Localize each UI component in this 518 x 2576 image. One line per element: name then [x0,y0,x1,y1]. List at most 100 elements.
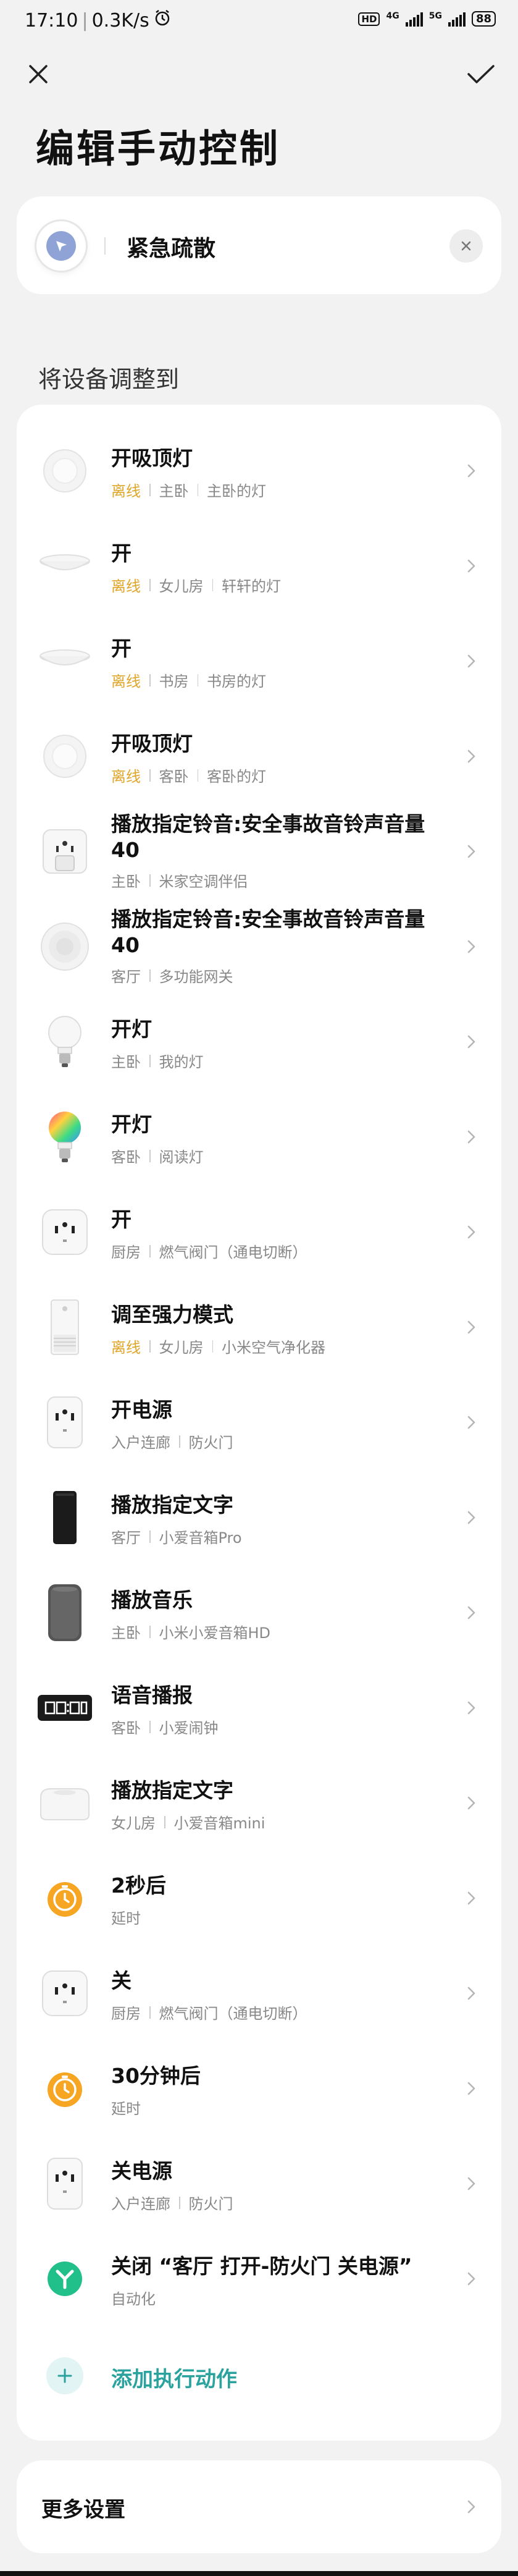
device-label: 我的灯 [159,1054,204,1071]
add-action-button[interactable]: 添加执行动作 [17,2339,501,2413]
chevron-right-icon [467,464,475,478]
divider [149,769,151,782]
status-separator: | [81,9,88,32]
action-title: 播放指定文字 [111,1778,233,1802]
more-settings-label: 更多设置 [41,2498,125,2522]
add-action-label: 添加执行动作 [111,2367,237,2392]
action-subtitle: 客厅 多功能网关 [111,965,233,986]
device-label: 小米小爱音箱HD [159,1624,271,1642]
chevron-right-icon [467,1606,475,1620]
divider [164,1815,165,1828]
signal-icon [448,12,466,27]
divider [149,1340,151,1353]
action-subtitle: 延时 [111,1906,141,1928]
action-row[interactable]: 开吸顶灯 离线 主卧 主卧的灯 [17,423,501,518]
close-icon [461,241,471,251]
room-label: 书房 [159,673,189,690]
divider [197,769,198,782]
action-subtitle: 厨房 燃气阀门（通电切断） [111,2001,307,2023]
action-row[interactable]: 语音播报 客卧 小爱闹钟 [17,1660,501,1755]
chevron-right-icon [467,1701,475,1715]
action-row[interactable]: 开灯 主卧 我的灯 [17,994,501,1089]
scene-card[interactable]: 紧急疏散 [17,196,501,294]
chevron-right-icon [467,2272,475,2286]
ceiling-light-icon [34,440,96,502]
device-label: 小爱音箱mini [173,1815,265,1832]
action-row[interactable]: 播放指定铃音:安全事故音铃声音量40 客厅 多功能网关 [17,899,501,994]
chevron-right-icon [467,1130,475,1144]
action-row[interactable]: 开吸顶灯 离线 客卧 客卧的灯 [17,709,501,804]
divider [149,1054,151,1067]
room-label: 客卧 [111,1149,141,1166]
room-label: 延时 [111,1910,141,1927]
divider [197,674,198,686]
action-row[interactable]: 关 厨房 燃气阀门（通电切断） [17,1946,501,2041]
action-row[interactable]: 30分钟后 延时 [17,2041,501,2136]
device-label: 多功能网关 [159,968,233,986]
action-subtitle: 离线 女儿房 轩轩的灯 [111,574,281,596]
device-label: 小米空气净化器 [222,1339,325,1356]
room-label: 自动化 [111,2291,156,2308]
action-subtitle: 自动化 [111,2287,156,2308]
divider [104,237,106,255]
action-title: 关 [111,1969,132,1993]
action-row[interactable]: 开电源 入户连廊 防火门 [17,1375,501,1470]
ceiling-light-icon [34,725,96,787]
chevron-right-icon [467,1891,475,1905]
action-title: 调至强力模式 [111,1303,233,1327]
offline-status: 离线 [111,673,141,690]
room-label: 女儿房 [159,1339,204,1356]
action-subtitle: 入户连廊 防火门 [111,2192,233,2213]
action-title: 开灯 [111,1017,152,1041]
status-time: 17:10 [25,9,78,32]
action-subtitle: 主卧 我的灯 [111,1050,204,1071]
action-title: 开吸顶灯 [111,446,193,470]
scene-icon[interactable] [36,221,86,271]
action-row[interactable]: 开 离线 书房 书房的灯 [17,614,501,709]
action-row[interactable]: 播放指定铃音:安全事故音铃声音量40 主卧 米家空调伴侣 [17,804,501,899]
confirm-button[interactable] [462,56,499,93]
room-label: 入户连廊 [111,1434,170,1451]
action-subtitle: 厨房 燃气阀门（通电切断） [111,1240,307,1262]
ac-companion-icon [34,821,96,882]
chevron-right-icon [467,1796,475,1810]
action-row[interactable]: 关闭 “客厅 打开-防火门 关电源” 自动化 [17,2231,501,2326]
home-indicator [0,2571,518,2576]
scene-name[interactable]: 紧急疏散 [127,230,215,263]
action-row[interactable]: 关电源 入户连廊 防火门 [17,2136,501,2231]
room-label: 厨房 [111,1244,141,1261]
action-row[interactable]: 2秒后 延时 [17,1851,501,1946]
close-button[interactable] [20,56,57,93]
action-title: 开吸顶灯 [111,732,193,756]
offline-status: 离线 [111,578,141,595]
action-title: 播放音乐 [111,1588,193,1612]
air-purifier-icon [34,1296,96,1358]
chevron-right-icon [467,654,475,668]
room-label: 入户连廊 [111,2195,170,2213]
action-row[interactable]: 播放指定文字 女儿房 小爱音箱mini [17,1755,501,1851]
action-subtitle: 主卧 小米小爱音箱HD [111,1621,270,1642]
action-title: 播放指定铃音:安全事故音铃声音量40 [111,907,425,957]
divider [149,874,151,887]
device-label: 阅读灯 [159,1149,204,1166]
divider [149,674,151,686]
action-subtitle: 延时 [111,2097,141,2118]
smart-plug-icon [34,1391,96,1453]
divider [149,578,151,591]
action-row[interactable]: 播放音乐 主卧 小米小爱音箱HD [17,1565,501,1660]
room-label: 客厅 [111,1529,141,1547]
smart-plug-icon [34,1201,96,1263]
clear-scene-name-button[interactable] [449,229,483,263]
chevron-right-icon [467,1035,475,1049]
action-subtitle: 客厅 小爱音箱Pro [111,1526,242,1547]
speaker-pro-icon [34,1487,96,1548]
more-settings-row[interactable]: 更多设置 [17,2460,501,2553]
action-row[interactable]: 开灯 客卧 阅读灯 [17,1089,501,1185]
divider [149,1625,151,1638]
chevron-right-icon [467,1225,475,1239]
action-title: 2秒后 [111,1873,166,1898]
action-row[interactable]: 开 离线 女儿房 轩轩的灯 [17,518,501,614]
action-row[interactable]: 开 厨房 燃气阀门（通电切断） [17,1185,501,1280]
action-row[interactable]: 调至强力模式 离线 女儿房 小米空气净化器 [17,1280,501,1375]
action-row[interactable]: 播放指定文字 客厅 小爱音箱Pro [17,1470,501,1565]
